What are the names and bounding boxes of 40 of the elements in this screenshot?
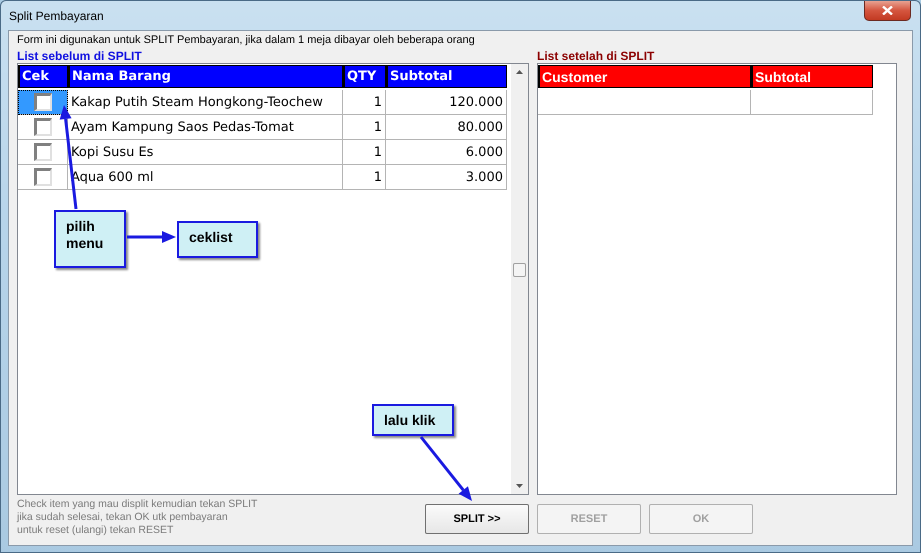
- column-header: Customer: [538, 65, 751, 88]
- help-text: untuk reset (ulangi) tekan RESET: [17, 524, 174, 537]
- table-cell: Ayam Kampung Saos Pedas-Tomat: [68, 115, 343, 140]
- help-text: jika sudah selesai, tekan OK utk pembayaran: [17, 511, 229, 524]
- checkbox[interactable]: [34, 168, 52, 186]
- close-button[interactable]: [864, 1, 911, 21]
- arrow: [127, 231, 176, 243]
- table-cell: 1: [343, 165, 386, 190]
- list-title: List setelah di SPLIT: [537, 49, 656, 63]
- column-header: QTY: [343, 65, 386, 88]
- table-cell: 1: [343, 90, 386, 115]
- table-cell: Kakap Putih Steam Hongkong-Teochew: [68, 90, 343, 115]
- callout-note: lalu klik: [372, 404, 454, 436]
- checkbox[interactable]: [34, 143, 52, 161]
- column-header: Subtotal: [751, 65, 873, 88]
- table-cell: 80.000: [386, 115, 507, 140]
- scroll-up-icon[interactable]: [516, 70, 523, 74]
- column-header: Cek: [18, 65, 68, 88]
- scrollbar[interactable]: [511, 64, 528, 494]
- column-header: Subtotal: [386, 65, 507, 88]
- arrow: [420, 436, 472, 501]
- scroll-thumb[interactable]: [513, 263, 526, 277]
- description-text: Form ini digunakan untuk SPLIT Pembayaran, jika dalam 1 meja dibayar oleh beberapa orang: [17, 34, 476, 48]
- callout-note: ceklist: [177, 221, 258, 258]
- table-cell: 1: [343, 140, 386, 165]
- close-icon: [882, 6, 893, 15]
- table-cell: 1: [343, 115, 386, 140]
- checkbox[interactable]: [34, 93, 52, 111]
- table-cell: 3.000: [386, 165, 507, 190]
- window-title: Split Pembayaran: [9, 9, 104, 23]
- table-cell: Kopi Susu Es: [68, 140, 343, 165]
- scroll-down-icon[interactable]: [516, 484, 523, 488]
- column-header: Nama Barang: [68, 65, 343, 88]
- table-cell: 120.000: [386, 90, 507, 115]
- action-button[interactable]: SPLIT >>: [425, 504, 529, 534]
- callout-note: pilih menu: [54, 210, 126, 268]
- table-cell: 6.000: [386, 140, 507, 165]
- help-text: Check item yang mau displit kemudian tekan SPLIT: [17, 498, 258, 511]
- checkbox[interactable]: [34, 118, 52, 136]
- list-title: List sebelum di SPLIT: [17, 49, 143, 63]
